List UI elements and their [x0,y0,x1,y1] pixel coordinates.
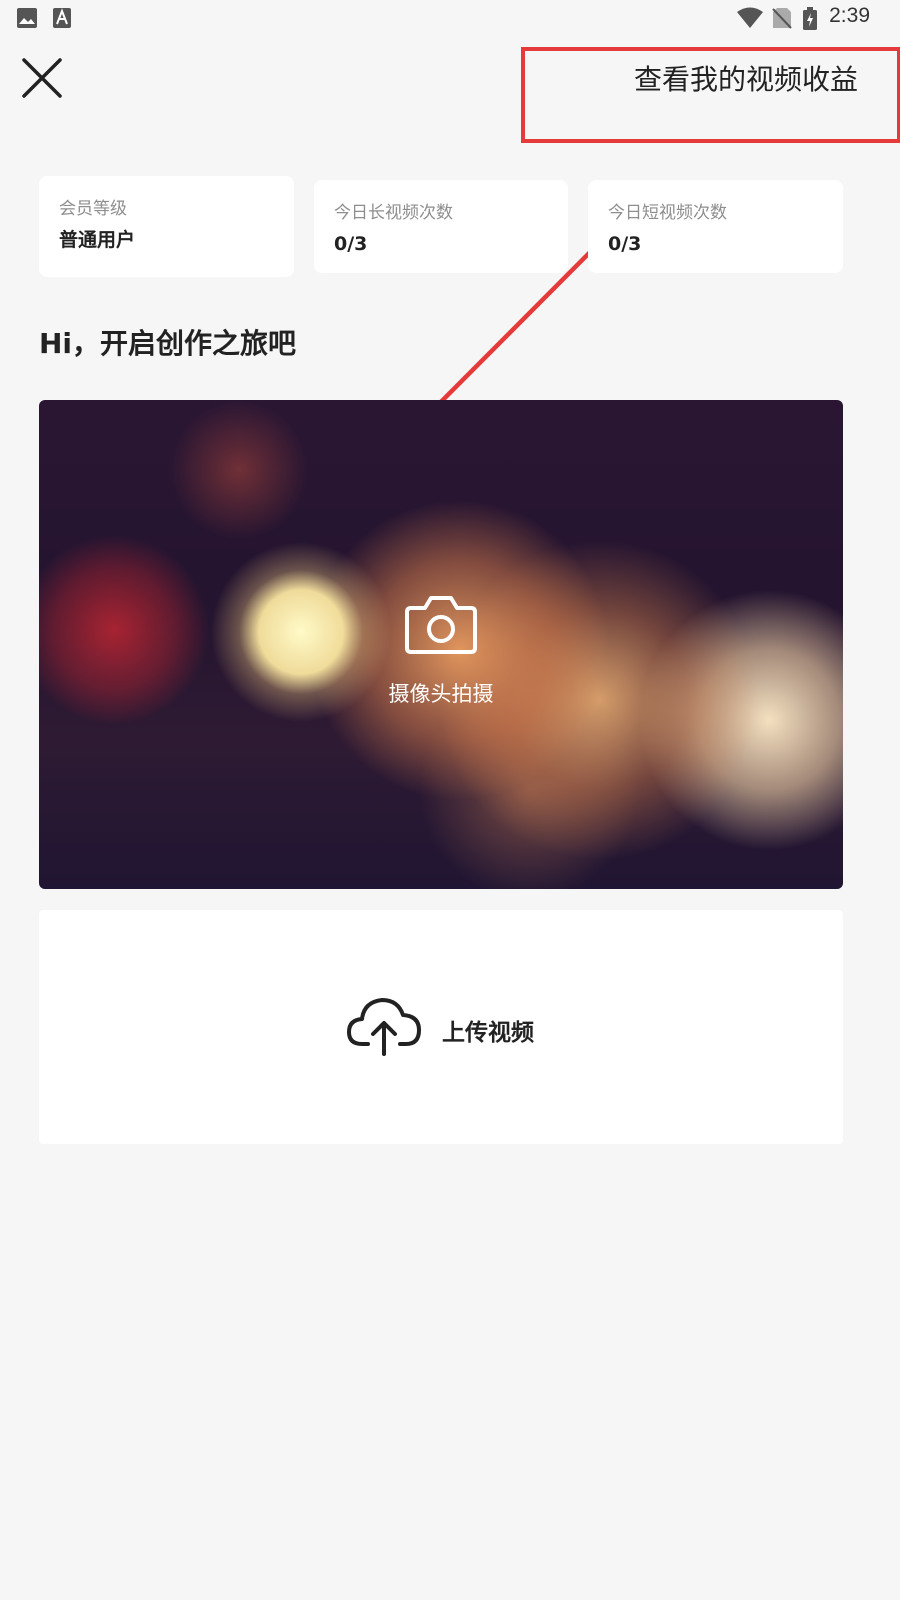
status-bar: 2:39 [0,0,882,36]
font-a-icon [53,8,71,28]
upload-label: 上传视频 [442,1020,534,1046]
battery-charging-icon [803,7,817,30]
upload-video-button[interactable]: 上传视频 [39,910,843,1144]
stat-label: 今日短视频次数 [608,203,727,223]
stat-value: 0/3 [334,233,368,255]
camera-icon [405,596,477,654]
close-icon[interactable] [20,56,64,100]
camera-label: 摄像头拍摄 [388,682,494,706]
clock: 2:39 [829,4,870,27]
no-sim-icon [772,8,792,29]
member-level-card: 会员等级 普通用户 [39,176,294,277]
gallery-icon [17,8,37,28]
greeting-title: Hi，开启创作之旅吧 [39,327,297,360]
short-video-count-card: 今日短视频次数 0/3 [588,180,843,273]
highlight-box [521,47,900,143]
long-video-count-card: 今日长视频次数 0/3 [314,180,568,273]
stat-value: 0/3 [608,233,642,255]
camera-capture-button[interactable]: 摄像头拍摄 [39,400,843,889]
stat-label: 会员等级 [59,199,127,219]
stat-value: 普通用户 [59,229,136,251]
wifi-icon [737,7,763,28]
cloud-upload-icon [347,998,421,1056]
stat-label: 今日长视频次数 [334,203,453,223]
